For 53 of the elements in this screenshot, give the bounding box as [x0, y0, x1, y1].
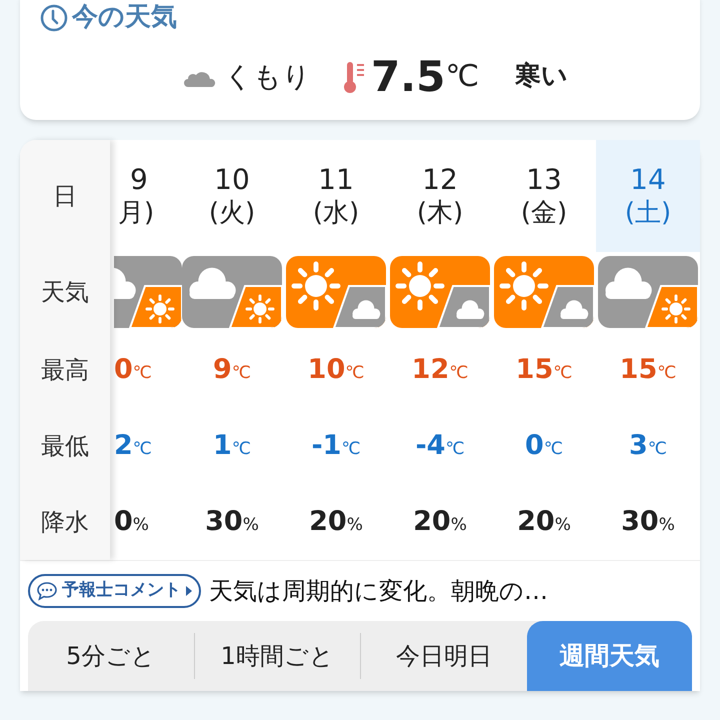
weekday-text: (木)	[416, 197, 464, 230]
rain-chance: 30%	[621, 504, 675, 539]
row-label: 最高	[41, 355, 89, 386]
triangle-icon	[185, 585, 193, 597]
low-temperature: 1℃	[213, 428, 251, 463]
row-label: 日	[53, 181, 77, 212]
date-header[interactable]: 14 (土)	[596, 140, 700, 252]
date-number: 11	[318, 162, 354, 198]
weekday-text: (火)	[208, 197, 256, 230]
low-temperature: 0℃	[525, 428, 563, 463]
high-temperature: 12℃	[412, 352, 468, 387]
view-tab[interactable]: 1時間ごと	[194, 621, 360, 691]
chat-icon	[36, 581, 58, 601]
weekday-text: 月)	[118, 197, 154, 230]
weekday-text: (水)	[312, 197, 360, 230]
low-temperature: 2℃	[114, 428, 152, 463]
date-number: 14	[630, 162, 666, 198]
weekday-text: (土)	[624, 197, 672, 230]
view-tab[interactable]: 5分ごと	[28, 621, 194, 691]
low-temperature: 3℃	[629, 428, 667, 463]
section-title: 今の天気	[72, 1, 177, 34]
rain-chance: 30%	[205, 504, 259, 539]
low-temperature: -1℃	[311, 428, 361, 463]
high-temperature: 15℃	[620, 352, 676, 387]
date-header[interactable]: 13 (金)	[492, 140, 596, 252]
weekday-text: (金)	[520, 197, 568, 230]
low-temperature: -4℃	[415, 428, 465, 463]
date-number: 12	[422, 162, 458, 198]
date-header[interactable]: 12 (木)	[388, 140, 492, 252]
high-temperature: 0℃	[114, 352, 152, 387]
date-number: 13	[526, 162, 562, 198]
rain-chance: 20%	[309, 504, 363, 539]
comment-text: 天気は周期的に変化。朝晩の…	[209, 576, 548, 607]
date-header[interactable]: 11 (水)	[284, 140, 388, 252]
date-number: 10	[214, 162, 250, 198]
temperature-value: 7.5	[370, 51, 446, 103]
row-label: 天気	[41, 277, 89, 308]
clock-icon	[40, 4, 68, 32]
rain-chance: 20%	[413, 504, 467, 539]
temperature-unit: ℃	[445, 58, 480, 96]
date-number: 9	[129, 162, 148, 198]
high-temperature: 10℃	[308, 352, 364, 387]
rain-chance: 20%	[517, 504, 571, 539]
forecaster-comment-badge[interactable]: 予報士コメント	[28, 574, 201, 608]
row-label: 降水	[41, 507, 89, 538]
feeling-text: 寒い	[515, 60, 568, 93]
weather-condition: くもり	[224, 58, 311, 94]
thermometer-icon	[342, 60, 367, 94]
high-temperature: 15℃	[516, 352, 572, 387]
row-label: 最低	[41, 431, 89, 462]
high-temperature: 9℃	[213, 352, 251, 387]
rain-chance: 0%	[114, 504, 149, 539]
view-tab[interactable]: 今日明日	[361, 621, 526, 691]
